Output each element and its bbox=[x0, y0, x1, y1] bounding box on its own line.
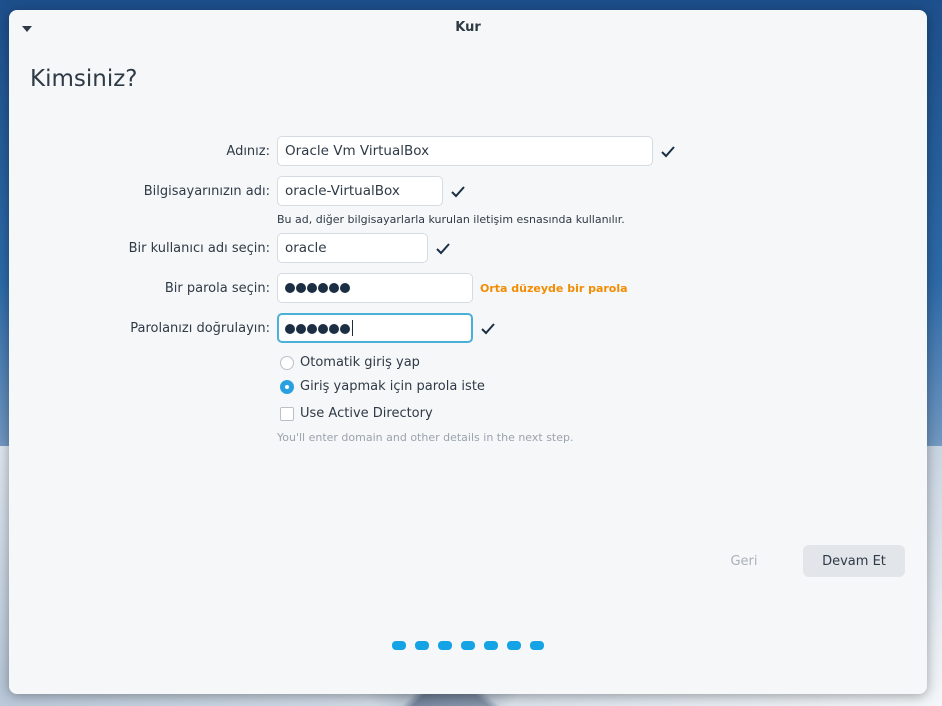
password-masked-dots bbox=[285, 280, 351, 296]
confirm-password-valid-check-icon bbox=[481, 323, 495, 335]
active-directory-checkbox[interactable]: Use Active Directory bbox=[280, 406, 433, 421]
installer-window: Kur Kimsiniz? Adınız: Oracle Vm VirtualB… bbox=[9, 10, 927, 694]
name-label: Adınız: bbox=[226, 144, 270, 159]
username-input[interactable]: oracle bbox=[277, 233, 428, 263]
continue-button[interactable]: Devam Et bbox=[803, 545, 905, 577]
password-strength-text: Orta düzeyde bir parola bbox=[480, 282, 628, 295]
name-value: Oracle Vm VirtualBox bbox=[285, 143, 430, 159]
window-title: Kur bbox=[455, 20, 481, 35]
back-button[interactable]: Geri bbox=[714, 545, 774, 577]
confirm-password-masked-dots bbox=[285, 320, 353, 337]
titlebar: Kur bbox=[9, 10, 927, 44]
auto-login-radio[interactable]: Otomatik giriş yap bbox=[280, 355, 420, 370]
require-password-radio[interactable]: Giriş yapmak için parola iste bbox=[280, 379, 485, 394]
password-input[interactable] bbox=[277, 273, 473, 303]
computer-name-valid-check-icon bbox=[451, 186, 465, 198]
step-dot bbox=[438, 641, 452, 650]
username-label: Bir kullanıcı adı seçin: bbox=[128, 241, 270, 256]
step-dot bbox=[415, 641, 429, 650]
step-dot bbox=[530, 641, 544, 650]
radio-unchecked-icon[interactable] bbox=[280, 355, 294, 370]
active-directory-label: Use Active Directory bbox=[300, 406, 433, 421]
require-password-label: Giriş yapmak için parola iste bbox=[300, 379, 485, 394]
step-dot bbox=[392, 641, 406, 650]
name-input[interactable]: Oracle Vm VirtualBox bbox=[277, 136, 653, 166]
confirm-password-input[interactable] bbox=[277, 313, 473, 343]
username-valid-check-icon bbox=[436, 243, 450, 255]
confirm-password-label: Parolanızı doğrulayın: bbox=[130, 321, 270, 336]
username-value: oracle bbox=[285, 240, 327, 256]
name-valid-check-icon bbox=[661, 146, 675, 158]
computer-name-value: oracle-VirtualBox bbox=[285, 183, 400, 199]
checkbox-unchecked-icon[interactable] bbox=[280, 406, 294, 421]
radio-checked-icon[interactable] bbox=[280, 379, 294, 394]
computer-name-label: Bilgisayarınızın adı: bbox=[143, 184, 270, 199]
page-title: Kimsiniz? bbox=[30, 66, 138, 92]
active-directory-hint: You'll enter domain and other details in… bbox=[277, 431, 574, 444]
step-indicator bbox=[392, 641, 544, 650]
computer-name-input[interactable]: oracle-VirtualBox bbox=[277, 176, 443, 206]
computer-name-hint: Bu ad, diğer bilgisayarlarla kurulan ile… bbox=[277, 213, 625, 226]
auto-login-label: Otomatik giriş yap bbox=[300, 355, 420, 370]
step-dot bbox=[461, 641, 475, 650]
step-dot bbox=[507, 641, 521, 650]
password-label: Bir parola seçin: bbox=[164, 281, 270, 296]
step-dot bbox=[484, 641, 498, 650]
